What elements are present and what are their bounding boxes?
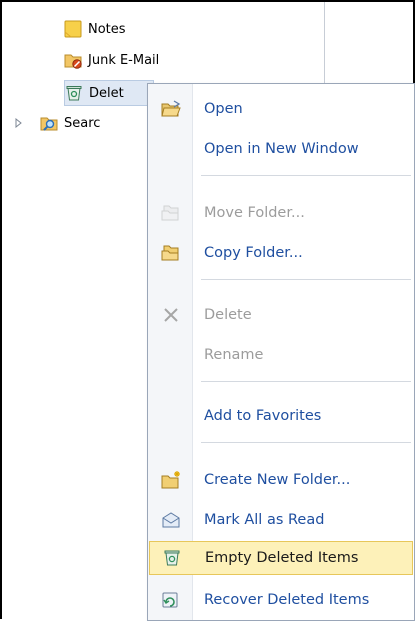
menu-separator [201, 442, 411, 443]
menu-item-label: Empty Deleted Items [205, 550, 359, 566]
menu-item-label: Open [204, 101, 243, 117]
menu-item-recover-deleted-items[interactable]: Recover Deleted Items [149, 583, 413, 617]
tree-item-notes[interactable]: Notes [64, 16, 264, 42]
tree-item-label: Junk E-Mail [88, 52, 160, 68]
mark-read-icon [149, 503, 193, 537]
junk-mail-icon [64, 51, 82, 69]
menu-item-empty-deleted-items[interactable]: Empty Deleted Items [149, 541, 413, 575]
notes-icon [64, 20, 82, 38]
menu-item-rename: Rename [149, 338, 413, 372]
menu-item-copy-folder[interactable]: Copy Folder... [149, 236, 413, 270]
delete-x-icon [149, 298, 193, 332]
menu-item-mark-all-read[interactable]: Mark All as Read [149, 503, 413, 537]
expand-arrow-icon[interactable] [14, 118, 24, 128]
menu-item-open-new-window[interactable]: Open in New Window [149, 132, 413, 166]
menu-separator [201, 175, 411, 176]
menu-item-create-new-folder[interactable]: Create New Folder... [149, 463, 413, 497]
deleted-items-icon [65, 84, 83, 102]
menu-item-label: Add to Favorites [204, 408, 322, 424]
menu-separator [201, 279, 411, 280]
tree-item-search-folders[interactable]: Searc [14, 110, 154, 136]
tree-item-label: Searc [64, 115, 101, 131]
tree-item-label: Delet [89, 85, 124, 101]
empty-deleted-icon [150, 541, 194, 575]
navigation-pane: Notes Junk E-Mail Delet Searc Open Open … [0, 0, 415, 621]
menu-item-delete: Delete [149, 298, 413, 332]
copy-folder-icon [149, 236, 193, 270]
menu-item-label: Delete [204, 307, 252, 323]
menu-item-label: Recover Deleted Items [204, 592, 370, 608]
menu-item-label: Mark All as Read [204, 512, 325, 528]
menu-item-label: Create New Folder... [204, 472, 351, 488]
search-folder-icon [40, 114, 58, 132]
folder-context-menu: Open Open in New Window Move Folder... C… [147, 83, 415, 621]
recover-deleted-icon [149, 583, 193, 617]
menu-item-add-to-favorites[interactable]: Add to Favorites [149, 399, 413, 433]
menu-item-label: Move Folder... [204, 205, 305, 221]
menu-item-move-folder: Move Folder... [149, 196, 413, 230]
menu-item-open[interactable]: Open [149, 92, 413, 126]
menu-item-label: Open in New Window [204, 141, 359, 157]
new-folder-icon [149, 463, 193, 497]
menu-separator [201, 381, 411, 382]
move-folder-icon [149, 196, 193, 230]
menu-item-label: Copy Folder... [204, 245, 303, 261]
menu-item-label: Rename [204, 347, 264, 363]
tree-item-junk-email[interactable]: Junk E-Mail [64, 47, 264, 73]
open-folder-icon [149, 92, 193, 126]
tree-item-deleted-items[interactable]: Delet [64, 80, 154, 106]
tree-item-label: Notes [88, 21, 126, 37]
